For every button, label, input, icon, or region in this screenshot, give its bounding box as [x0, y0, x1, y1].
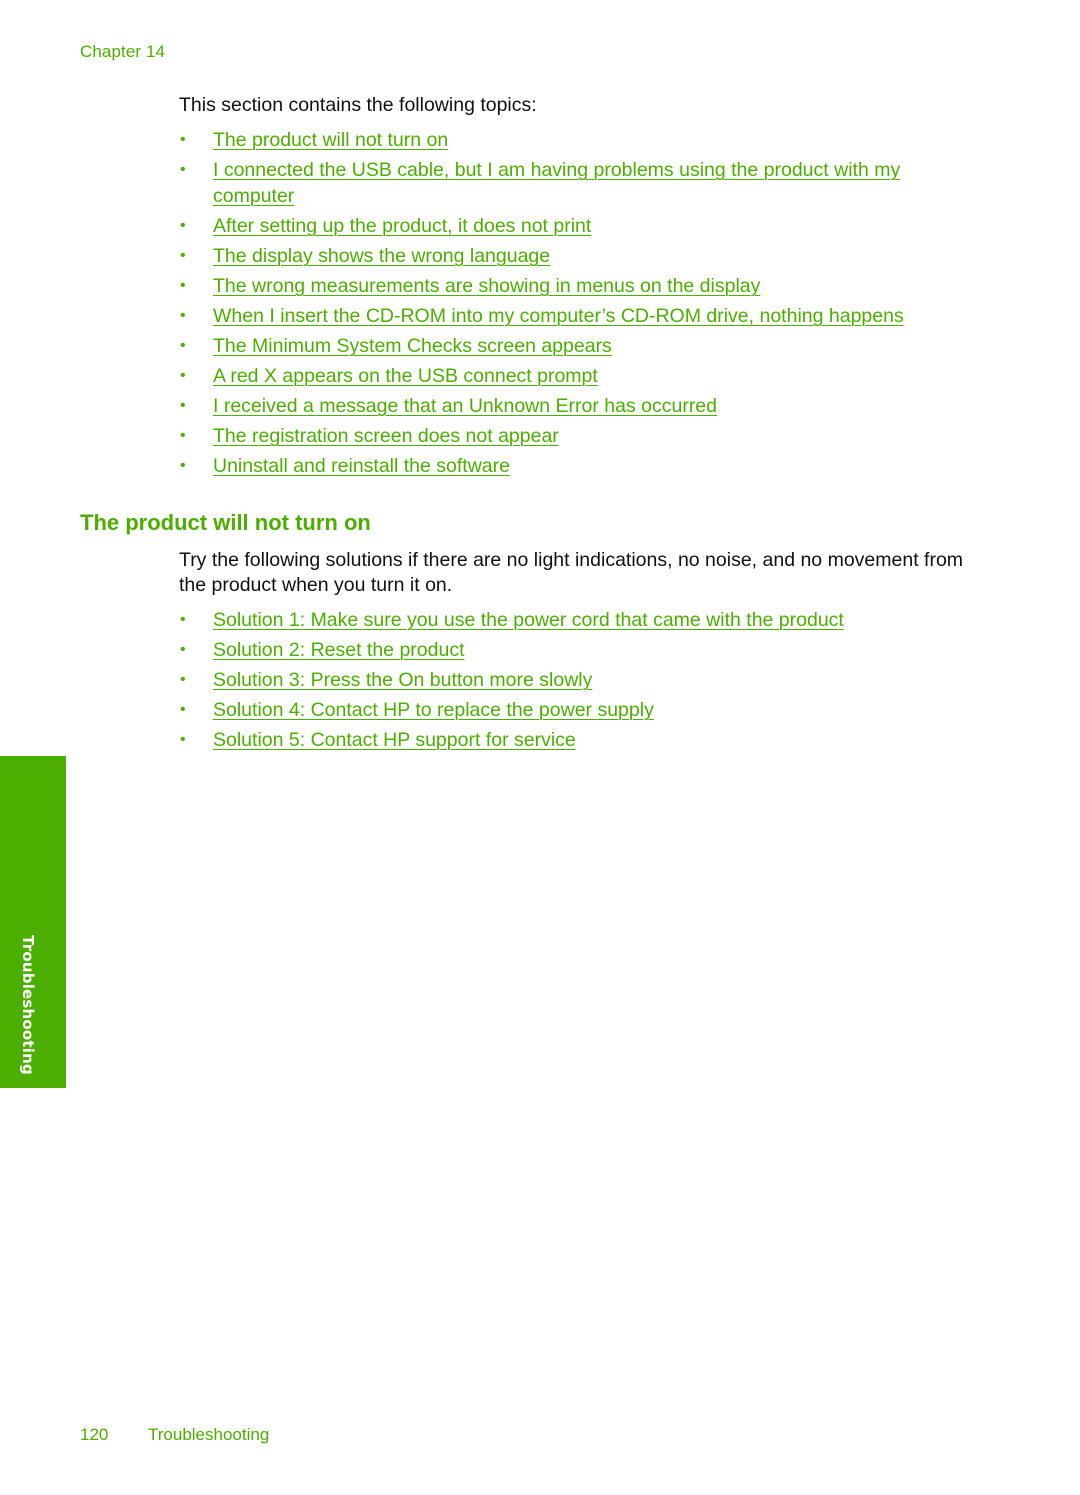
bullet-icon: •: [180, 701, 186, 718]
topic-item: • The Minimum System Checks screen appear…: [179, 333, 969, 359]
topic-item: • I received a message that an Unknown Er…: [179, 393, 969, 419]
bullet-icon: •: [180, 367, 186, 384]
intro-text: This section contains the following topi…: [179, 94, 537, 116]
bullet-icon: •: [180, 671, 186, 688]
bullet-icon: •: [180, 247, 186, 264]
solution-item: • Solution 1: Make sure you use the power…: [179, 607, 969, 633]
topic-item: • A red X appears on the USB connect prom…: [179, 363, 969, 389]
topic-link-does-not-print[interactable]: After setting up the product, it does no…: [213, 215, 591, 237]
bullet-icon: •: [180, 131, 186, 148]
topic-link-uninstall-reinstall[interactable]: Uninstall and reinstall the software: [213, 455, 510, 477]
solution-link-3[interactable]: Solution 3: Press the On button more slo…: [213, 669, 592, 691]
bullet-icon: •: [180, 277, 186, 294]
chapter-label: Chapter 14: [80, 42, 166, 61]
bullet-icon: •: [180, 731, 186, 748]
bullet-icon: •: [180, 641, 186, 658]
bullet-icon: •: [180, 397, 186, 414]
footer-page-number: 120: [80, 1425, 109, 1444]
topic-link-wrong-measurements[interactable]: The wrong measurements are showing in me…: [213, 275, 760, 297]
bullet-icon: •: [180, 217, 186, 234]
topic-link-wrong-language[interactable]: The display shows the wrong language: [213, 245, 550, 267]
bullet-icon: •: [180, 337, 186, 354]
solution-link-1[interactable]: Solution 1: Make sure you use the power …: [213, 609, 844, 631]
topic-item: • The registration screen does not appear: [179, 423, 969, 449]
solution-item: • Solution 5: Contact HP support for serv…: [179, 727, 969, 753]
section-heading: The product will not turn on: [80, 510, 371, 535]
topic-item: • I connected the USB cable, but I am hav…: [179, 157, 969, 209]
solution-link-2[interactable]: Solution 2: Reset the product: [213, 639, 465, 661]
topic-link-unknown-error[interactable]: I received a message that an Unknown Err…: [213, 395, 717, 417]
topic-item: • When I insert the CD-ROM into my comput…: [179, 303, 969, 329]
topic-item: • The display shows the wrong language: [179, 243, 969, 269]
solution-link-4[interactable]: Solution 4: Contact HP to replace the po…: [213, 699, 654, 721]
bullet-icon: •: [180, 457, 186, 474]
topic-link-product-will-not-turn-on[interactable]: The product will not turn on: [213, 129, 448, 151]
topics-list: • The product will not turn on • I connect…: [179, 127, 969, 483]
solution-link-5[interactable]: Solution 5: Contact HP support for servi…: [213, 729, 576, 751]
footer-section-name: Troubleshooting: [148, 1425, 270, 1444]
topic-link-usb-cable-problems[interactable]: I connected the USB cable, but I am havi…: [213, 159, 900, 207]
topic-item: • The product will not turn on: [179, 127, 969, 153]
side-tab-label: Troubleshooting: [19, 935, 37, 1075]
section-paragraph: Try the following solutions if there are…: [179, 549, 964, 596]
topic-link-minimum-system-checks[interactable]: The Minimum System Checks screen appears: [213, 335, 612, 357]
solution-item: • Solution 2: Reset the product: [179, 637, 969, 663]
solution-item: • Solution 4: Contact HP to replace the p…: [179, 697, 969, 723]
topic-item: • Uninstall and reinstall the software: [179, 453, 969, 479]
topic-link-red-x-usb-prompt[interactable]: A red X appears on the USB connect promp…: [213, 365, 598, 387]
bullet-icon: •: [180, 161, 186, 178]
topic-link-registration-screen[interactable]: The registration screen does not appear: [213, 425, 559, 447]
bullet-icon: •: [180, 427, 186, 444]
topic-item: • After setting up the product, it does n…: [179, 213, 969, 239]
topic-item: • The wrong measurements are showing in m…: [179, 273, 969, 299]
topic-link-cd-rom-nothing-happens[interactable]: When I insert the CD-ROM into my compute…: [213, 305, 904, 327]
solutions-list: • Solution 1: Make sure you use the power…: [179, 607, 969, 757]
bullet-icon: •: [180, 611, 186, 628]
bullet-icon: •: [180, 307, 186, 324]
solution-item: • Solution 3: Press the On button more sl…: [179, 667, 969, 693]
